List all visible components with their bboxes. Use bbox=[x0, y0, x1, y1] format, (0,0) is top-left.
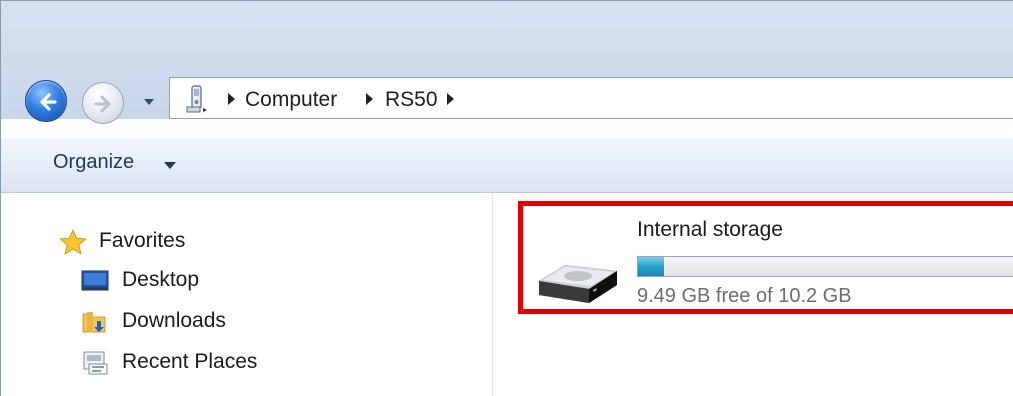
forward-button[interactable] bbox=[82, 82, 124, 124]
recent-pages-dropdown[interactable] bbox=[142, 95, 156, 109]
desktop-icon bbox=[81, 270, 109, 291]
star-icon bbox=[59, 229, 87, 255]
drive-tile-internal-storage[interactable]: Internal storage 9.49 GB free of 10.2 GB bbox=[518, 201, 1013, 314]
recent-places-icon bbox=[83, 351, 108, 375]
explorer-window: Computer RS50 Organize Favorites Desktop bbox=[0, 0, 1013, 396]
sidebar-item-favorites[interactable]: Favorites bbox=[1, 222, 481, 262]
drive-capacity-fill bbox=[638, 257, 665, 276]
breadcrumb-separator[interactable] bbox=[447, 93, 454, 105]
organize-dropdown-arrow[interactable] bbox=[164, 162, 176, 169]
chevron-down-icon bbox=[144, 99, 154, 105]
breadcrumb-separator[interactable] bbox=[228, 93, 235, 105]
sidebar-item-recent-places[interactable]: Recent Places bbox=[1, 343, 481, 383]
address-bar[interactable]: Computer RS50 bbox=[169, 77, 1013, 119]
organize-button[interactable]: Organize bbox=[53, 151, 134, 174]
breadcrumb-computer[interactable]: Computer bbox=[245, 88, 337, 112]
sidebar-item-label: Favorites bbox=[99, 229, 186, 252]
drive-capacity-bar bbox=[637, 256, 1013, 277]
navigation-pane: Favorites Desktop Downloads Recent Place… bbox=[1, 193, 493, 396]
sidebar-item-desktop[interactable]: Desktop bbox=[1, 261, 481, 301]
command-bar: Organize bbox=[1, 137, 1013, 193]
breadcrumb-rs50[interactable]: RS50 bbox=[385, 88, 438, 112]
sidebar-item-label: Recent Places bbox=[122, 350, 258, 373]
content-pane: Internal storage 9.49 GB free of 10.2 GB bbox=[493, 193, 1013, 396]
back-arrow-icon bbox=[40, 93, 57, 111]
drive-icon bbox=[539, 265, 617, 303]
sidebar-item-label: Desktop bbox=[122, 268, 200, 291]
title-bar: Computer RS50 bbox=[1, 1, 1013, 124]
sidebar-item-downloads[interactable]: Downloads bbox=[1, 302, 481, 342]
sidebar-item-label: Downloads bbox=[122, 309, 226, 332]
drive-name: Internal storage bbox=[637, 218, 783, 241]
portable-device-icon bbox=[186, 85, 207, 113]
downloads-folder-icon bbox=[82, 312, 106, 333]
breadcrumb-separator[interactable] bbox=[366, 93, 373, 105]
forward-arrow-icon bbox=[94, 95, 111, 113]
back-button[interactable] bbox=[25, 80, 67, 122]
drive-free-space: 9.49 GB free of 10.2 GB bbox=[637, 285, 852, 307]
